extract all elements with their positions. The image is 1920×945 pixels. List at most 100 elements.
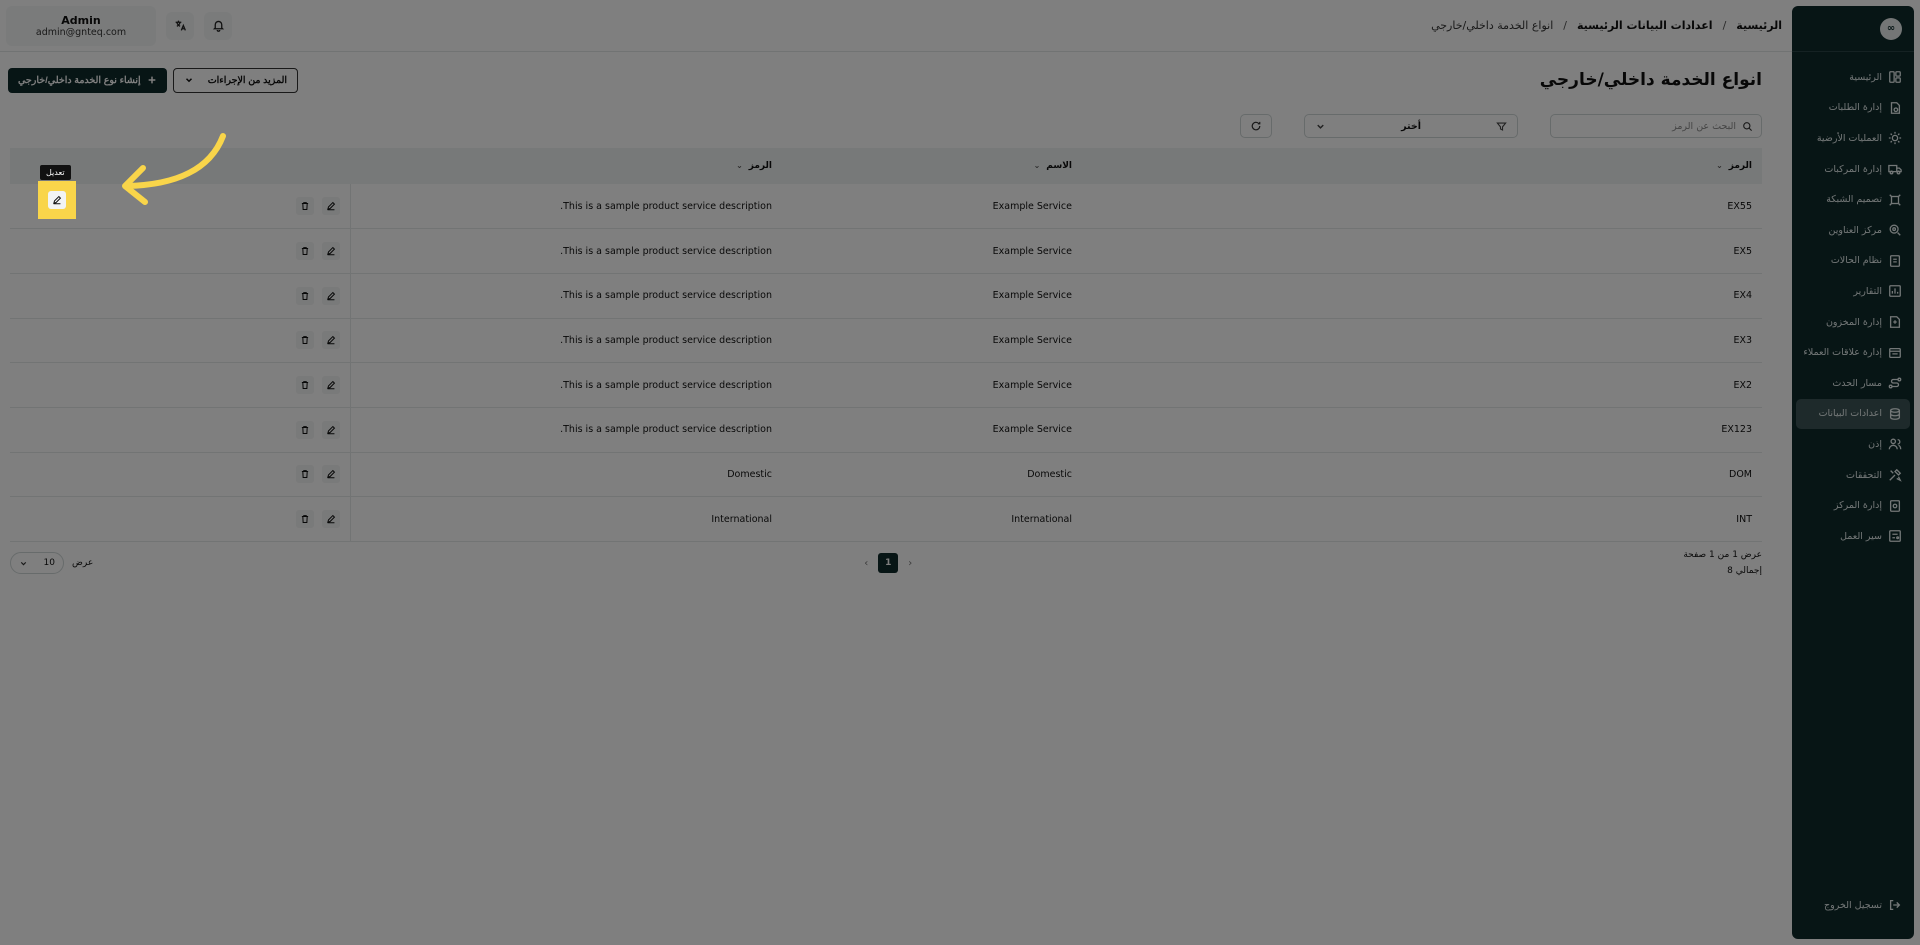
sidebar-item-8[interactable]: إدارة المخزون bbox=[1796, 307, 1910, 338]
cell-code: EX5 bbox=[1733, 245, 1752, 257]
edit-button[interactable] bbox=[321, 197, 340, 216]
pencil-icon bbox=[326, 470, 335, 479]
center-icon bbox=[1888, 499, 1902, 513]
cell-actions bbox=[10, 452, 350, 497]
refresh-icon bbox=[1251, 121, 1261, 131]
sidebar-item-3[interactable]: إدارة المركبات bbox=[1796, 154, 1910, 185]
per-page-select[interactable]: 10 bbox=[10, 552, 64, 574]
table-row: DOM Domestic Domestic bbox=[10, 452, 1762, 497]
edit-button[interactable] bbox=[321, 420, 340, 439]
edit-button[interactable] bbox=[321, 465, 340, 484]
cell-description: This is a sample product service descrip… bbox=[349, 407, 782, 453]
logout-button[interactable]: تسجيل الخروج bbox=[1796, 891, 1910, 919]
column-header-description[interactable]: الرمز⌄ bbox=[350, 148, 782, 184]
edit-button[interactable] bbox=[321, 510, 340, 529]
row-actions bbox=[20, 331, 340, 350]
sidebar-item-1[interactable]: إدارة الطلبات bbox=[1796, 93, 1910, 124]
per-page-control: عرض 10 bbox=[10, 552, 93, 574]
cell-code: EX123 bbox=[1721, 424, 1752, 436]
more-actions-button[interactable]: المزيد من الإجراءات bbox=[172, 67, 299, 93]
search-input[interactable] bbox=[1559, 120, 1736, 132]
cell-name: Domestic bbox=[1027, 468, 1072, 480]
delete-button[interactable] bbox=[295, 197, 314, 216]
sidebar-item-13[interactable]: التحققات bbox=[1796, 460, 1910, 491]
create-service-type-label: إنشاء نوع الخدمة داخلي/خارجي bbox=[18, 74, 141, 86]
breadcrumb-parent[interactable]: اعدادات البيانات الرئيسية bbox=[1577, 19, 1713, 32]
cell-description: International bbox=[349, 496, 782, 542]
top-actions: Admin admin@gnteq.com bbox=[6, 5, 232, 46]
notification-button[interactable] bbox=[204, 11, 232, 40]
sort-icon: ⌄ bbox=[1716, 161, 1723, 170]
network-icon bbox=[1888, 193, 1902, 207]
sort-icon: ⌄ bbox=[736, 161, 743, 170]
sidebar-item-12[interactable]: إذن bbox=[1796, 429, 1910, 460]
sidebar-item-label: التحققات bbox=[1846, 469, 1882, 481]
highlighted-edit-button[interactable] bbox=[38, 181, 76, 219]
column-header-code[interactable]: الرمز⌄ bbox=[1082, 148, 1762, 184]
cell-name: Example Service bbox=[992, 200, 1072, 212]
sidebar-item-4[interactable]: تصميم الشبكة bbox=[1796, 184, 1910, 215]
filter-select[interactable]: أختر bbox=[1304, 114, 1518, 138]
cell-name: Example Service bbox=[992, 379, 1072, 391]
sidebar-item-11[interactable]: اعدادات البيانات bbox=[1796, 398, 1910, 430]
prev-page-icon[interactable]: ‹ bbox=[864, 558, 868, 569]
column-header-name[interactable]: الاسم⌄ bbox=[782, 148, 1082, 184]
sidebar-item-5[interactable]: مركز العناوين bbox=[1796, 215, 1910, 246]
edit-button[interactable] bbox=[48, 191, 66, 209]
sidebar-item-label: العمليات الأرضية bbox=[1816, 132, 1882, 144]
page-number-button[interactable]: 1 bbox=[878, 553, 899, 573]
edit-button[interactable] bbox=[321, 331, 340, 350]
edit-button[interactable] bbox=[321, 376, 340, 395]
trash-icon bbox=[301, 425, 308, 434]
delete-button[interactable] bbox=[295, 331, 314, 350]
per-page-label: عرض bbox=[72, 558, 94, 568]
edit-button[interactable] bbox=[321, 242, 340, 261]
plus-icon bbox=[148, 76, 156, 84]
refresh-button[interactable] bbox=[1240, 114, 1272, 138]
trash-icon bbox=[301, 291, 308, 300]
truck-icon bbox=[1888, 162, 1902, 176]
sidebar-item-7[interactable]: التقارير bbox=[1796, 276, 1910, 307]
delete-button[interactable] bbox=[295, 376, 314, 395]
translate-icon bbox=[175, 20, 186, 31]
status-icon bbox=[1888, 254, 1902, 268]
trash-icon bbox=[301, 202, 308, 211]
header-buttons: المزيد من الإجراءات إنشاء نوع الخدمة داخ… bbox=[8, 67, 299, 93]
cell-description: This is a sample product service descrip… bbox=[349, 184, 782, 229]
delete-button[interactable] bbox=[295, 242, 314, 261]
sidebar-item-label: تصميم الشبكة bbox=[1826, 194, 1882, 206]
sidebar-item-0[interactable]: الرئيسية bbox=[1796, 62, 1910, 93]
sidebar-item-9[interactable]: إدارة علاقات العملاء bbox=[1796, 337, 1910, 368]
pencil-icon bbox=[326, 246, 335, 256]
edit-button[interactable] bbox=[321, 286, 340, 305]
sidebar-item-15[interactable]: سير العمل bbox=[1796, 521, 1910, 552]
sidebar-item-2[interactable]: العمليات الأرضية bbox=[1796, 123, 1910, 154]
create-service-type-button[interactable]: إنشاء نوع الخدمة داخلي/خارجي bbox=[8, 67, 167, 93]
table-header-row: الرمز⌄ الاسم⌄ الرمز⌄ bbox=[10, 148, 1762, 184]
user-name: Admin bbox=[61, 13, 101, 27]
next-page-icon[interactable]: › bbox=[908, 558, 912, 569]
sidebar-item-14[interactable]: إدارة المركز bbox=[1796, 490, 1910, 521]
edit-tooltip: تعديل bbox=[40, 165, 71, 180]
cell-description: This is a sample product service descrip… bbox=[349, 362, 782, 408]
language-button[interactable] bbox=[166, 11, 194, 40]
table-row: EX55 Example Service This is a sample prod… bbox=[10, 184, 1762, 229]
sort-icon: ⌄ bbox=[1033, 161, 1041, 170]
sidebar-item-6[interactable]: نظام الحالات bbox=[1796, 246, 1910, 277]
users-icon bbox=[1888, 437, 1902, 451]
delete-button[interactable] bbox=[295, 510, 314, 529]
table-row: EX123 Example Service This is a sample pro… bbox=[10, 407, 1762, 453]
user-menu[interactable]: Admin admin@gnteq.com bbox=[6, 5, 156, 46]
sidebar-item-10[interactable]: مسار الحدث bbox=[1796, 368, 1910, 399]
delete-button[interactable] bbox=[295, 420, 314, 439]
cell-name: International bbox=[1011, 513, 1072, 525]
search-box[interactable] bbox=[1550, 114, 1762, 138]
cell-code: EX55 bbox=[1727, 200, 1752, 212]
delete-button[interactable] bbox=[295, 286, 314, 305]
logo-icon[interactable]: ∞ bbox=[1880, 17, 1902, 40]
sidebar-item-label: نظام الحالات bbox=[1830, 255, 1882, 267]
pagination-bar: عرض 1 من 1 صفحة إجمالي 8 ‹ 1 › عرض 10 bbox=[10, 548, 1762, 578]
delete-button[interactable] bbox=[295, 465, 314, 484]
pencil-icon bbox=[53, 195, 62, 205]
breadcrumb-home[interactable]: الرئيسية bbox=[1736, 19, 1782, 32]
